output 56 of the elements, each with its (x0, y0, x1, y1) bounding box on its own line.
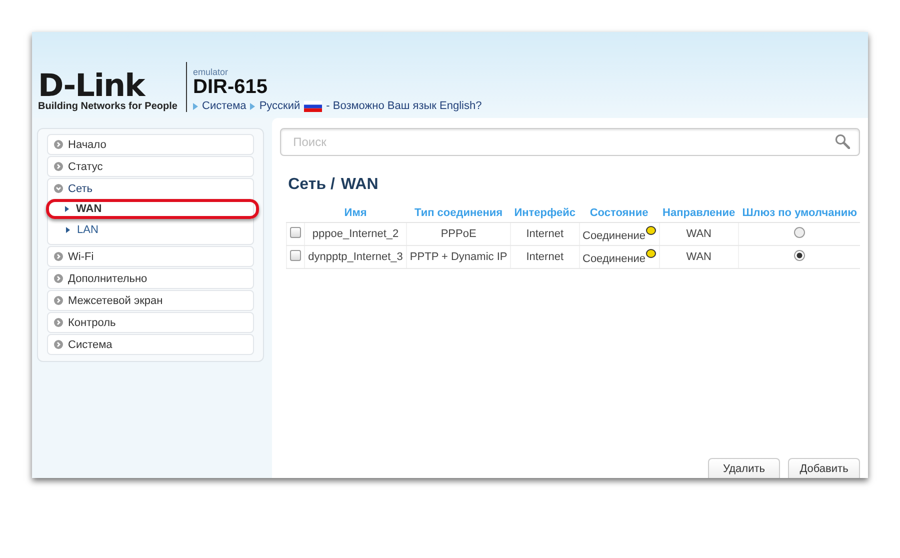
search-field[interactable]: Поиск (280, 128, 860, 156)
column-header: Интерфейс (510, 204, 579, 222)
menu-item[interactable]: Межсетевой экран (48, 291, 254, 310)
submenu-item[interactable]: WAN (46, 199, 260, 219)
table-cell: PPTP + Dynamic IP (406, 246, 511, 268)
menu-item[interactable]: Дополнительно (48, 269, 254, 288)
chevron-icon (54, 162, 63, 171)
gateway-radio[interactable] (794, 250, 806, 261)
menu-item[interactable]: Статус (48, 157, 254, 176)
column-header: Шлюз по умолчанию (738, 204, 860, 222)
triangle-icon (250, 102, 256, 110)
menu-item[interactable]: Wi-Fi (48, 247, 254, 266)
triangle-icon (193, 102, 198, 110)
logo-text: D-Link (38, 71, 146, 101)
menu-item[interactable]: Начало (48, 135, 254, 154)
menu-item[interactable]: Контроль (48, 313, 254, 332)
breadcrumb-link[interactable]: Русский (259, 100, 300, 112)
row-checkbox[interactable] (290, 227, 302, 238)
table-cell: WAN (659, 246, 739, 268)
flag-icon (304, 100, 322, 112)
submenu-item[interactable]: LAN (50, 220, 252, 240)
chevron-icon (54, 184, 63, 193)
column-header: Направление (659, 204, 739, 222)
menu-item[interactable]: Сеть (48, 179, 254, 198)
chevron-icon (54, 252, 63, 261)
search-icon (835, 134, 850, 149)
table-cell: Соединение (582, 253, 646, 265)
triangle-icon (66, 227, 70, 233)
chevron-icon (54, 318, 63, 327)
page-title-section: Сеть / (288, 176, 335, 194)
gateway-radio[interactable] (794, 227, 806, 238)
table-cell: WAN (659, 222, 739, 246)
chevron-icon (54, 140, 63, 149)
column-header: Тип соединения (406, 204, 511, 222)
breadcrumb-link[interactable]: Система (202, 100, 246, 112)
product-label: emulator (193, 67, 230, 77)
action-button[interactable]: Удалить (708, 458, 780, 478)
action-button[interactable]: Добавить (788, 458, 860, 478)
menu-item[interactable]: Система (48, 335, 254, 354)
table-cell: Соединение (582, 230, 646, 242)
language-link[interactable]: - Возможно Ваш язык English? (326, 100, 482, 112)
chevron-icon (54, 296, 63, 305)
table-cell: Internet (510, 222, 579, 246)
model-name: DIR-615 (193, 77, 268, 97)
table-cell: PPPoE (406, 222, 511, 246)
chevron-icon (54, 274, 63, 283)
table-cell: dynpptp_Internet_3 (304, 246, 406, 268)
column-header: Имя (304, 204, 406, 222)
page-title: WAN (340, 176, 378, 194)
table-cell: pppoe_Internet_2 (304, 222, 406, 246)
chevron-icon (54, 340, 63, 349)
row-checkbox[interactable] (290, 250, 302, 261)
tagline: Building Networks for People (38, 101, 176, 112)
table-cell: Internet (510, 246, 579, 268)
triangle-icon (65, 206, 69, 212)
column-header: Состояние (579, 204, 660, 222)
